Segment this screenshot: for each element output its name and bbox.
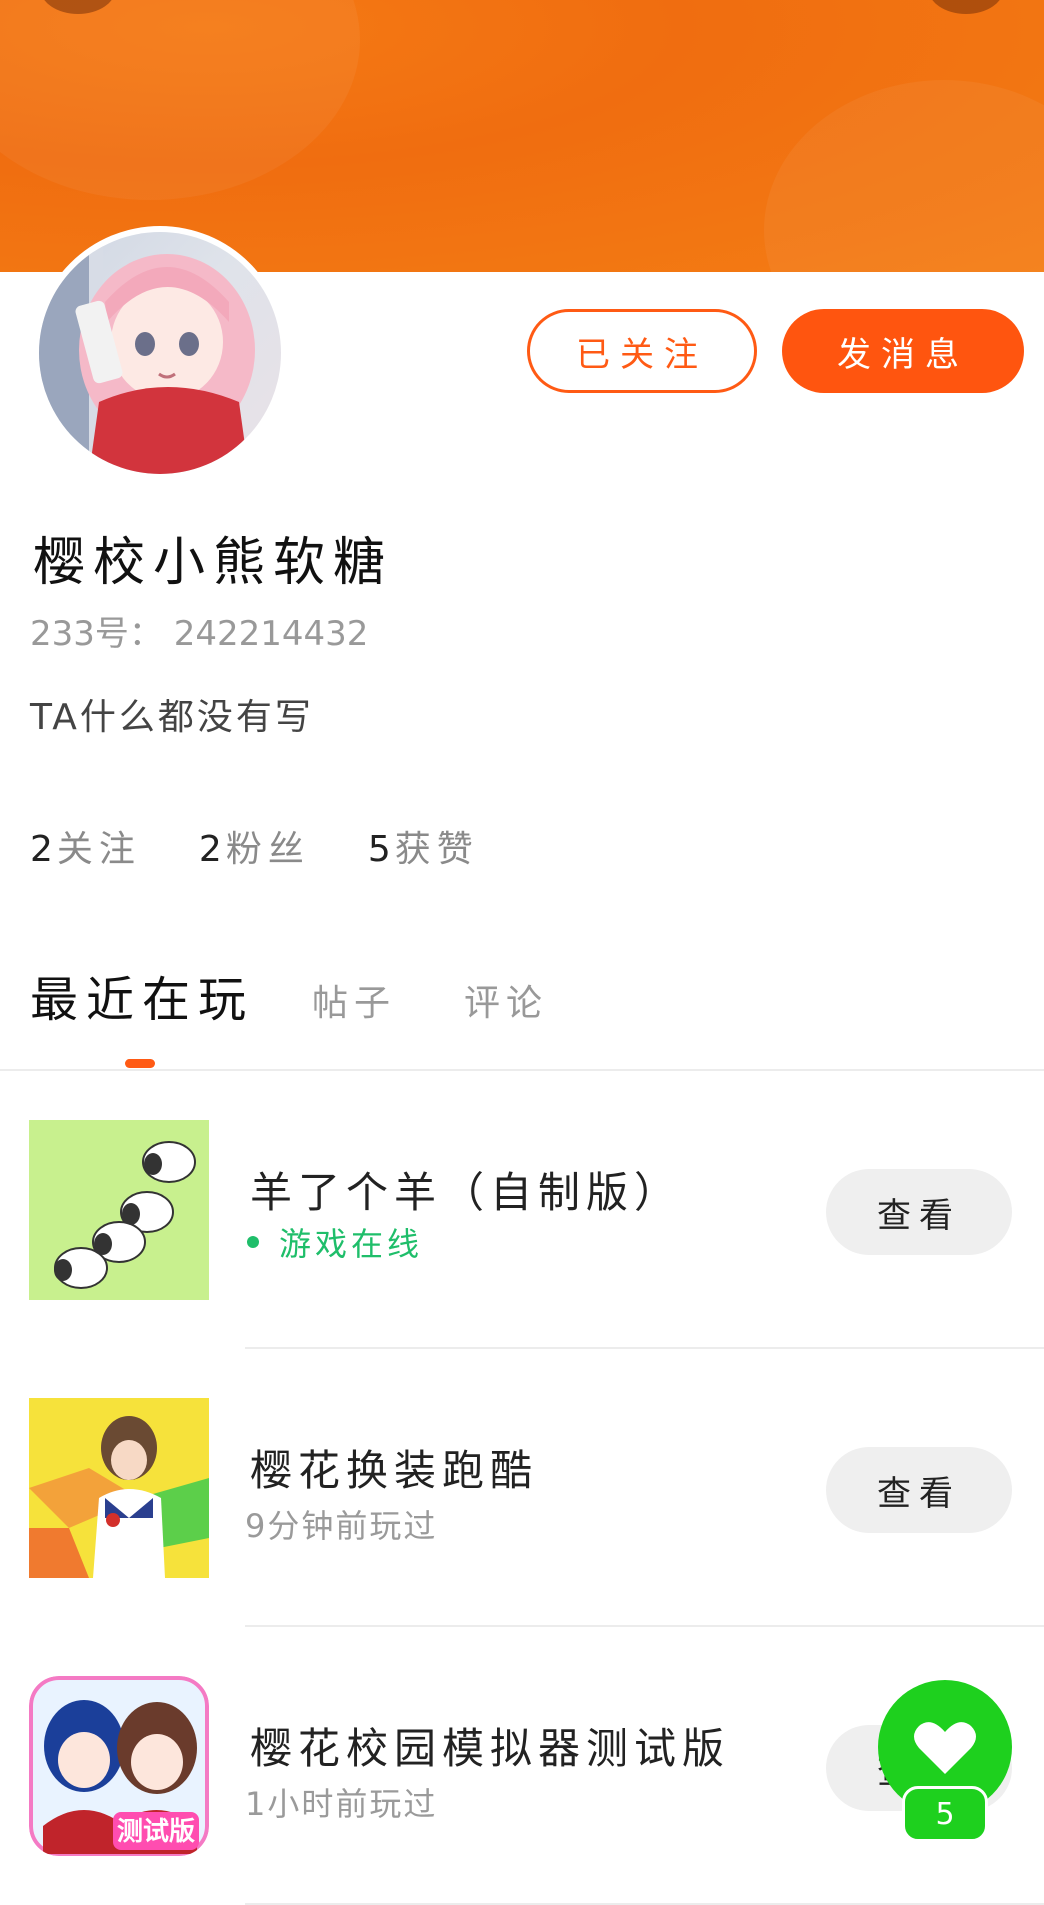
profile-bio: TA什么都没有写 <box>30 697 314 738</box>
avatar-image <box>39 232 281 474</box>
game-online-status: 游戏在线 <box>247 1219 423 1265</box>
stat-followers-label: 粉丝 <box>225 829 310 870</box>
send-message-button[interactable]: 发消息 <box>782 309 1024 393</box>
game-last-played: 9分钟前玩过 <box>245 1507 438 1545</box>
tab-recently-played[interactable]: 最近在玩 <box>30 960 254 1030</box>
stat-following-count: 2 <box>30 829 53 870</box>
stat-following-label: 关注 <box>56 829 141 870</box>
tab-comments[interactable]: 评论 <box>464 974 548 1030</box>
stat-following[interactable]: 2 关注 <box>30 820 141 872</box>
stat-likes[interactable]: 5 获赞 <box>368 820 479 872</box>
game-icon-sheep <box>29 1120 209 1300</box>
view-game-button[interactable]: 查看 <box>826 1447 1012 1533</box>
profile-uid: 233号： 242214432 <box>30 614 369 654</box>
game-title: 樱花校园模拟器测试版 <box>250 1724 731 1773</box>
test-version-badge: 测试版 <box>117 1817 195 1847</box>
banner-decoration <box>0 0 360 200</box>
game-icon-parkour <box>29 1398 209 1578</box>
online-dot-icon <box>247 1236 259 1248</box>
stat-likes-count: 5 <box>367 829 391 870</box>
tab-posts[interactable]: 帖子 <box>312 974 396 1030</box>
banner-decoration <box>764 80 1044 272</box>
profile-nickname: 樱校小熊软糖 <box>33 533 394 593</box>
view-game-button[interactable]: 查看 <box>826 1169 1012 1255</box>
heart-icon <box>914 1722 976 1774</box>
game-last-played: 1小时前玩过 <box>245 1785 438 1823</box>
stat-followers-count: 2 <box>198 829 222 870</box>
game-status-text: 游戏在线 <box>279 1225 424 1263</box>
game-list-item[interactable]: 樱花换装跑酷 9分钟前玩过 查看 <box>0 1349 1044 1627</box>
profile-stats: 2 关注 2 粉丝 5 获赞 <box>30 820 479 872</box>
avatar[interactable] <box>33 226 287 480</box>
more-button[interactable] <box>928 0 1004 14</box>
avatar-illustration <box>39 232 255 474</box>
game-title: 羊了个羊（自制版） <box>250 1168 683 1217</box>
stat-followers[interactable]: 2 粉丝 <box>199 820 310 872</box>
like-count-badge: 5 <box>902 1786 988 1842</box>
followed-button[interactable]: 已关注 <box>527 309 757 393</box>
game-icon-sakura-school: 测试版 <box>29 1676 209 1856</box>
stat-likes-label: 获赞 <box>394 829 479 870</box>
active-tab-indicator <box>125 1059 155 1068</box>
game-title: 樱花换装跑酷 <box>250 1446 539 1495</box>
game-list-item[interactable]: 羊了个羊（自制版） 游戏在线 查看 <box>0 1071 1044 1349</box>
profile-tabs: 最近在玩 帖子 评论 <box>30 960 616 1030</box>
